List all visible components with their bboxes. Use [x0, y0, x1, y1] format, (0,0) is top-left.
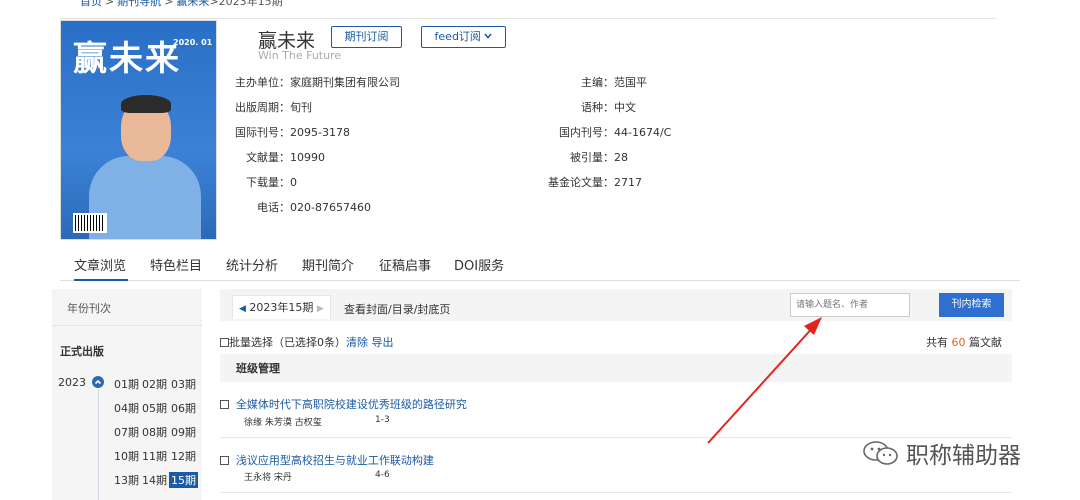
issue-link[interactable]: 02期: [142, 376, 167, 392]
header-divider: [60, 18, 996, 19]
issue-tree-line: [98, 389, 99, 500]
issue-link-selected[interactable]: 15期: [169, 472, 198, 488]
total-prefix: 共有: [926, 336, 948, 349]
batch-select-checkbox[interactable]: [220, 338, 229, 347]
info-language: 语种：中文: [581, 101, 636, 114]
issue-link[interactable]: 13期: [114, 472, 139, 488]
search-button[interactable]: 刊内检索: [939, 293, 1004, 317]
view-cover-link[interactable]: 查看封面/目录/封底页: [344, 301, 450, 317]
subscribe-button[interactable]: 期刊订阅: [331, 26, 402, 48]
section-title: 班级管理: [236, 362, 280, 375]
total-count: 共有 60 篇文献: [926, 334, 1002, 350]
journal-tabs: 文章浏览 特色栏目 统计分析 期刊简介 征稿启事 DOI服务: [60, 255, 1020, 281]
selected-count: （已选择0条）: [273, 336, 346, 349]
article-authors: 王永将 宋丹: [244, 473, 292, 483]
info-doc-count: 文献量：10990: [246, 151, 325, 164]
sidebar-header: 年份刊次: [67, 302, 111, 315]
watermark-text: 职称辅助器: [906, 443, 1021, 469]
annotation-arrow: [707, 317, 822, 444]
breadcrumb-separator: >: [164, 0, 174, 8]
clear-link[interactable]: 清除: [346, 336, 368, 349]
year-issue-sidebar: 年份刊次 正式出版 2023 01期 02期 03期 04期 05期 06期 0…: [52, 289, 202, 500]
info-cn: 国内刊号：44-1674/C: [559, 126, 672, 139]
info-fund-papers: 基金论文量：2717: [548, 176, 642, 189]
batch-select-row: 批量选择（已选择0条）清除 导出: [220, 334, 394, 350]
breadcrumb-separator: >: [105, 0, 115, 8]
tab-featured-columns[interactable]: 特色栏目: [150, 255, 202, 281]
issue-link[interactable]: 04期: [114, 400, 139, 416]
info-editor: 主编：范国平: [581, 76, 647, 89]
feed-subscribe-label: feed订阅: [434, 30, 481, 43]
breadcrumb-journal-link[interactable]: 赢未来: [176, 0, 209, 8]
issue-link[interactable]: 08期: [142, 424, 167, 440]
feed-subscribe-button[interactable]: feed订阅: [421, 26, 506, 48]
issue-link[interactable]: 01期: [114, 376, 139, 392]
issue-link[interactable]: 11期: [142, 448, 167, 464]
article-authors: 徐缘 朱芳漠 古权玺: [244, 418, 322, 428]
cover-barcode: [73, 213, 107, 233]
total-number: 60: [951, 336, 966, 349]
list-item: 全媒体时代下高职院校建设优秀班级的路径研究: [220, 396, 467, 412]
issue-link[interactable]: 09期: [171, 424, 196, 440]
export-link[interactable]: 导出: [372, 336, 394, 349]
tab-journal-intro[interactable]: 期刊简介: [302, 255, 354, 281]
breadcrumb: 首页 > 期刊导航 > 赢未来>2023年15期: [80, 0, 283, 9]
article-checkbox[interactable]: [220, 400, 229, 409]
article-checkbox[interactable]: [220, 456, 229, 465]
list-divider: [220, 492, 1012, 493]
sidebar-section-formal: 正式出版: [60, 345, 104, 358]
cover-person-hair: [121, 95, 171, 113]
tab-article-browse[interactable]: 文章浏览: [74, 255, 128, 281]
tab-doi-service[interactable]: DOI服务: [454, 255, 504, 281]
article-pages: 1-3: [375, 415, 390, 425]
cover-logo: 赢未来: [73, 39, 181, 79]
info-phone: 电话：020-87657460: [257, 201, 371, 214]
tab-call-for-papers[interactable]: 征稿启事: [379, 255, 431, 281]
issue-link[interactable]: 10期: [114, 448, 139, 464]
sidebar-year[interactable]: 2023: [58, 376, 86, 389]
info-cycle: 出版周期：旬刊: [235, 101, 312, 114]
triangle-left-icon[interactable]: ◀: [239, 304, 246, 314]
info-downloads: 下载量：0: [246, 176, 297, 189]
info-citations: 被引量：28: [570, 151, 628, 164]
breadcrumb-home-link[interactable]: 首页: [80, 0, 102, 8]
issue-link[interactable]: 12期: [171, 448, 196, 464]
info-issn: 国际刊号：2095-3178: [235, 126, 350, 139]
total-suffix: 篇文献: [969, 336, 1002, 349]
issue-toolbar: ◀ 2023年15期 ▶ 查看封面/目录/封底页 刊内检索: [220, 289, 1012, 321]
chevron-up-icon[interactable]: [92, 376, 104, 388]
watermark: 职称辅助器: [862, 436, 1021, 472]
cover-issue: 2020. 01: [173, 38, 213, 47]
chevron-down-icon: [484, 30, 493, 43]
current-issue: 2023年15期: [249, 301, 314, 314]
batch-select-label: 批量选择: [229, 336, 273, 349]
journal-cover-image: 赢未来 2020. 01: [60, 20, 217, 240]
list-item: 浅议应用型高校招生与就业工作联动构建: [220, 452, 434, 468]
tab-statistics[interactable]: 统计分析: [226, 255, 278, 281]
sidebar-divider: [52, 325, 202, 326]
info-publisher: 主办单位：家庭期刊集团有限公司: [235, 76, 400, 89]
issue-navigator: ◀ 2023年15期 ▶: [232, 295, 331, 319]
issue-link[interactable]: 14期: [142, 472, 167, 488]
issue-link[interactable]: 06期: [171, 400, 196, 416]
article-pages: 4-6: [375, 470, 390, 480]
issue-link[interactable]: 07期: [114, 424, 139, 440]
triangle-right-icon[interactable]: ▶: [317, 304, 324, 314]
wechat-icon: [862, 440, 900, 472]
breadcrumb-journal-nav-link[interactable]: 期刊导航: [117, 0, 161, 8]
article-title-link[interactable]: 浅议应用型高校招生与就业工作联动构建: [236, 454, 434, 467]
section-header: 班级管理: [220, 354, 1012, 382]
issue-link[interactable]: 05期: [142, 400, 167, 416]
issue-link[interactable]: 03期: [171, 376, 196, 392]
journal-subtitle: Win The Future: [258, 49, 342, 62]
breadcrumb-current: >2023年15期: [209, 0, 283, 8]
article-title-link[interactable]: 全媒体时代下高职院校建设优秀班级的路径研究: [236, 398, 467, 411]
